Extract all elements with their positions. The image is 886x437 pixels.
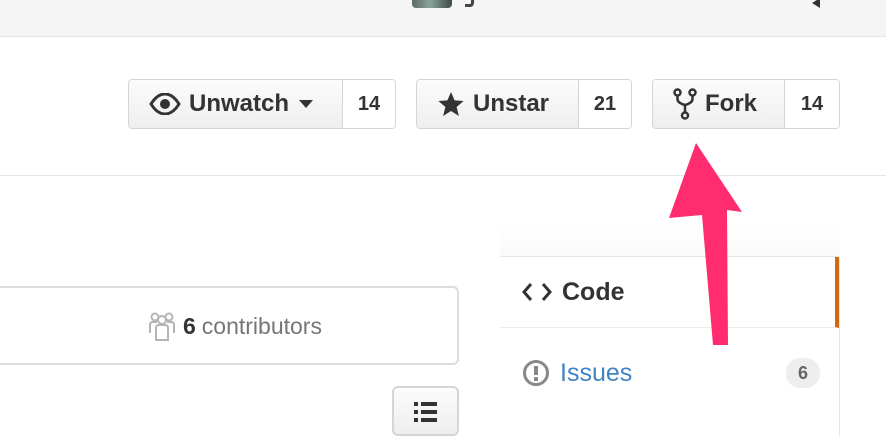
header-dropdown-mark xyxy=(465,0,474,7)
contributors-label: contributors xyxy=(201,312,322,339)
contributors-count: 6 xyxy=(183,312,196,339)
people-icon xyxy=(149,312,175,341)
stargazers-count[interactable]: 21 xyxy=(579,80,631,128)
repo-pagehead: Unwatch 14 Unstar 21 Fork 14 xyxy=(0,37,886,176)
unwatch-label: Unwatch xyxy=(189,90,290,117)
chevron-down-icon xyxy=(299,100,314,108)
sidebar-item-code[interactable]: Code xyxy=(500,257,839,328)
forks-count[interactable]: 14 xyxy=(785,80,839,128)
issue-icon xyxy=(523,360,549,386)
sidebar-item-code-label: Code xyxy=(562,277,625,306)
sidebar-item-issues-label: Issues xyxy=(560,358,633,387)
top-header-bar xyxy=(0,0,886,37)
unstar-label: Unstar xyxy=(473,90,550,117)
star-icon xyxy=(438,92,464,116)
repo-sidebar-nav: Code Issues 6 xyxy=(500,256,840,437)
issues-counter-badge: 6 xyxy=(786,358,820,388)
header-arrow-icon[interactable] xyxy=(812,0,820,8)
unwatch-button[interactable]: Unwatch xyxy=(129,80,343,128)
fork-button[interactable]: Fork xyxy=(653,80,785,128)
fork-button-group: Fork 14 xyxy=(652,79,840,129)
sidebar-item-issues[interactable]: Issues 6 xyxy=(500,343,839,403)
fork-label: Fork xyxy=(705,90,758,117)
list-icon xyxy=(414,402,437,422)
fork-icon xyxy=(673,88,697,120)
user-avatar[interactable] xyxy=(412,0,452,8)
watchers-count[interactable]: 14 xyxy=(343,80,395,128)
watch-button-group: Unwatch 14 xyxy=(128,79,396,129)
star-button-group: Unstar 21 xyxy=(416,79,632,129)
unstar-button[interactable]: Unstar xyxy=(417,80,579,128)
eye-icon xyxy=(149,93,181,115)
contributors-link[interactable]: 6 contributors xyxy=(147,311,322,341)
list-view-button[interactable] xyxy=(392,386,459,436)
code-icon xyxy=(522,283,552,301)
